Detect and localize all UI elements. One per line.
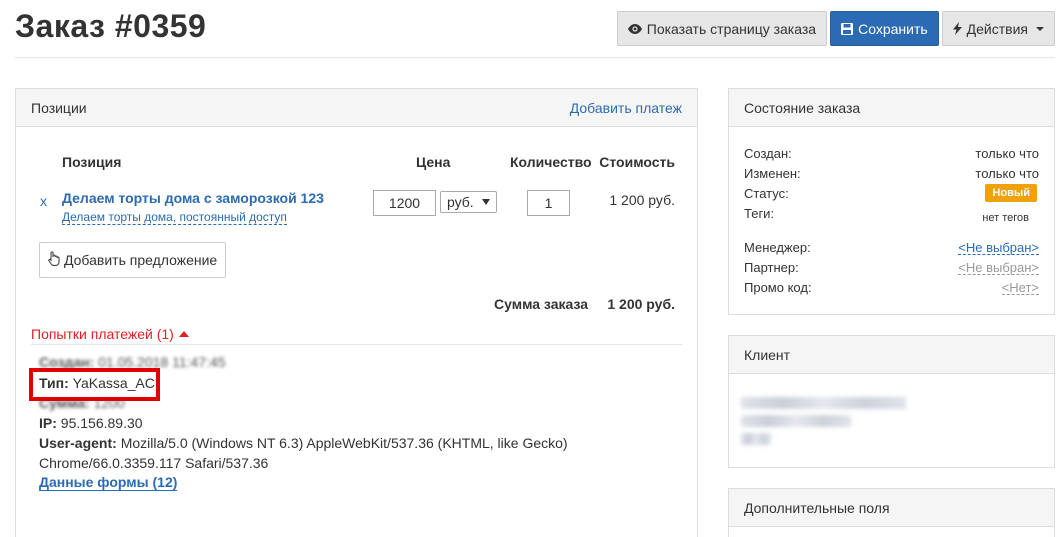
manager-select-link[interactable]: <Не выбран> (958, 241, 1039, 255)
save-label: Сохранить (858, 20, 928, 37)
currency-select[interactable]: руб. (440, 191, 497, 213)
order-sum-value: 1 200 руб. (607, 296, 675, 312)
highlight-box (29, 368, 160, 401)
tags-label: Теги: (744, 206, 775, 221)
actions-dropdown-button[interactable]: Действия (941, 11, 1055, 46)
payment-attempts-label: Попытки платежей (1) (31, 326, 174, 342)
floppy-disk-icon (841, 22, 854, 35)
header-divider (15, 57, 1055, 58)
eye-icon (627, 23, 642, 34)
caret-down-icon (1036, 26, 1044, 31)
positions-panel: Позиции Добавить платеж Позиция Цена Кол… (15, 88, 698, 537)
column-price: Цена (416, 154, 451, 170)
show-order-page-button[interactable]: Показать страницу заказа (616, 11, 828, 46)
payment-ip: IP: 95.156.89.30 (39, 415, 143, 431)
payment-ip-label: IP: (39, 415, 57, 431)
form-data-link[interactable]: Данные формы (12) (39, 475, 178, 491)
created-value: только что (975, 146, 1039, 161)
order-state-title: Состояние заказа (744, 99, 861, 116)
order-state-header: Состояние заказа (729, 89, 1054, 127)
column-cost: Стоимость (599, 154, 675, 170)
caret-up-icon (178, 331, 189, 337)
payment-ua-value: Mozilla/5.0 (Windows NT 6.3) AppleWebKit… (120, 435, 568, 451)
changed-label: Изменен: (744, 166, 801, 181)
payment-attempts-toggle[interactable]: Попытки платежей (1) (31, 326, 189, 342)
item-offer-link[interactable]: Делаем торты дома, постоянный доступ (62, 210, 287, 225)
page-title: Заказ #0359 (15, 8, 207, 44)
positions-title: Позиции (31, 99, 87, 116)
payment-user-agent-cont: Chrome/66.0.3359.117 Safari/537.36 (39, 455, 269, 471)
currency-value: руб. (447, 194, 474, 210)
show-order-page-label: Показать страницу заказа (646, 20, 817, 37)
created-label: Создан: (744, 146, 792, 161)
promo-select-link[interactable]: <Нет> (1001, 281, 1039, 295)
item-name-link[interactable]: Делаем торты дома с заморозкой 123 (62, 190, 324, 206)
column-quantity: Количество (510, 154, 592, 170)
status-label: Статус: (744, 186, 789, 201)
select-caret-icon (481, 199, 490, 205)
actions-label: Действия (966, 20, 1028, 37)
payment-ip-value: 95.156.89.30 (60, 415, 143, 431)
item-cost: 1 200 руб. (609, 192, 675, 208)
client-panel: Клиент (728, 335, 1055, 468)
promo-label: Промо код: (744, 280, 812, 295)
partner-label: Партнер: (744, 260, 799, 275)
order-state-panel: Состояние заказа Создан: только что Изме… (728, 88, 1055, 315)
client-title: Клиент (744, 346, 791, 363)
extra-fields-panel: Дополнительные поля (728, 488, 1055, 537)
attempts-divider (31, 344, 682, 345)
remove-item-button[interactable]: x (40, 193, 47, 209)
status-badge[interactable]: Новый (985, 184, 1037, 202)
price-input[interactable]: 1200 (373, 190, 436, 216)
manager-label: Менеджер: (744, 240, 811, 255)
pointer-hand-icon (48, 251, 60, 269)
column-position: Позиция (62, 154, 122, 170)
order-sum-label: Сумма заказа (494, 296, 589, 312)
client-name-redacted (741, 397, 906, 409)
header-toolbar: Показать страницу заказа Сохранить Дейст… (616, 11, 1055, 46)
add-offer-label: Добавить предложение (64, 252, 218, 268)
changed-value: только что (975, 166, 1039, 181)
extra-fields-header: Дополнительные поля (729, 489, 1054, 527)
add-offer-button[interactable]: Добавить предложение (39, 242, 227, 278)
positions-panel-header: Позиции Добавить платеж (16, 89, 697, 127)
payment-user-agent: User-agent: Mozilla/5.0 (Windows NT 6.3)… (39, 435, 568, 451)
client-email-redacted (741, 415, 851, 427)
partner-select-link[interactable]: <Не выбран> (958, 261, 1039, 275)
client-phone-redacted (741, 433, 771, 445)
add-payment-link[interactable]: Добавить платеж (570, 100, 682, 116)
tags-value: нет тегов (982, 212, 1029, 224)
extra-fields-title: Дополнительные поля (744, 499, 890, 516)
bolt-icon (952, 22, 962, 35)
payment-ua-label: User-agent: (39, 435, 117, 451)
client-header: Клиент (729, 336, 1054, 374)
quantity-input[interactable]: 1 (527, 190, 570, 216)
save-button[interactable]: Сохранить (830, 11, 939, 46)
